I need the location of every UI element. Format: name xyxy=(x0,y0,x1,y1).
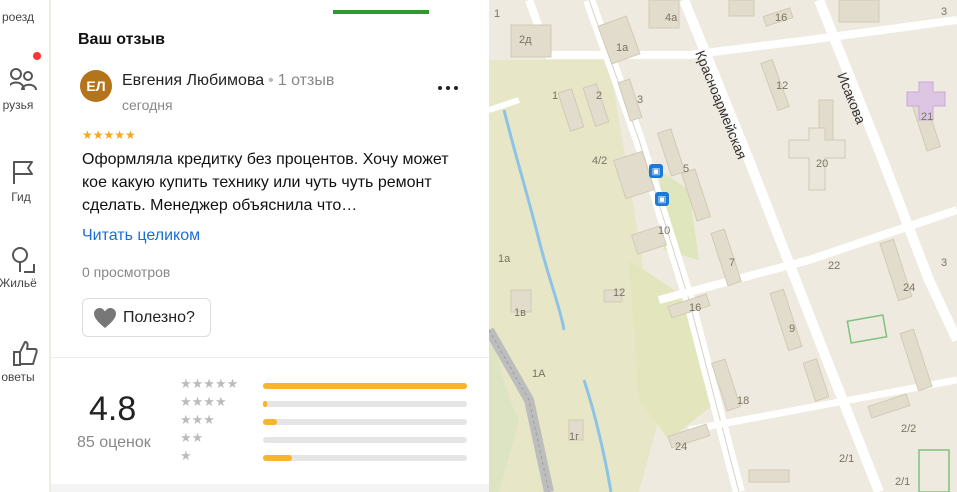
house-number: 2 xyxy=(596,90,603,102)
rating-distribution-row: ★★★★ xyxy=(180,394,480,410)
house-number: 3 xyxy=(637,94,644,106)
rail-item-housing[interactable]: Жильё xyxy=(0,244,49,290)
house-number: 1 xyxy=(494,8,501,20)
house-number: 18 xyxy=(737,395,750,407)
rail-item-friends[interactable]: рузья xyxy=(0,66,49,112)
house-number: 16 xyxy=(689,302,702,314)
house-number: 4/2 xyxy=(592,155,608,167)
distribution-bar-track xyxy=(263,401,467,407)
distribution-stars: ★★★★ xyxy=(180,394,227,409)
friends-icon xyxy=(0,66,49,96)
house-number: 3 xyxy=(941,257,948,269)
house-number: 2/1 xyxy=(895,476,911,488)
bus-stop-icon[interactable]: ▣ xyxy=(655,192,669,206)
rating-distribution-row: ★★ xyxy=(180,430,480,446)
house-number: 24 xyxy=(675,441,688,453)
map-view[interactable]: Красноармейская Исакова ▣ ▣ 2д 1а 4а 16 … xyxy=(489,0,957,492)
views-count: 0 просмотров xyxy=(82,264,171,280)
distribution-bar-fill xyxy=(263,383,467,389)
rating-distribution-row: ★★★ xyxy=(180,412,480,428)
review-date: сегодня xyxy=(122,97,173,113)
house-number: 1г xyxy=(569,431,580,443)
house-number: 2/1 xyxy=(839,453,855,465)
review-text: Оформляла кредитку без процентов. Хочу м… xyxy=(82,151,449,214)
house-number: 9 xyxy=(789,323,796,335)
active-tab-indicator xyxy=(333,10,429,14)
distribution-bar-track xyxy=(263,419,467,425)
housing-icon xyxy=(0,244,49,274)
useful-button[interactable]: Полезно? xyxy=(82,298,211,337)
house-number: 1А xyxy=(532,368,546,380)
house-number: 1в xyxy=(514,307,526,319)
house-number: 12 xyxy=(613,287,626,299)
house-number: 4а xyxy=(665,12,678,24)
house-number: 5 xyxy=(683,163,690,175)
rating-value: 4.8 xyxy=(89,390,137,428)
distribution-bar-fill xyxy=(263,455,292,461)
distribution-bar-fill xyxy=(263,401,267,407)
distribution-bar-track xyxy=(263,437,467,443)
house-number: 2д xyxy=(519,34,532,46)
house-number: 24 xyxy=(903,282,916,294)
rating-distribution-row: ★★★★★ xyxy=(180,376,480,392)
rail-item-label: оветы xyxy=(1,370,35,384)
left-nav-rail: роезд рузья Гид Жильё оветы xyxy=(0,0,50,492)
author-line: Евгения Любимова • 1 отзыв xyxy=(122,72,334,90)
rail-item-label: Жильё xyxy=(0,276,37,290)
house-number: 10 xyxy=(658,225,671,237)
thumbs-up-icon xyxy=(0,338,49,368)
divider xyxy=(51,357,489,358)
review-panel: Ваш отзыв ЕЛ Евгения Любимова • 1 отзыв се… xyxy=(51,0,489,492)
heart-icon xyxy=(94,307,116,328)
review-stars: ★★★★★ xyxy=(82,128,136,142)
section-title: Ваш отзыв xyxy=(78,31,165,48)
house-number: 2/2 xyxy=(901,423,917,435)
notification-dot xyxy=(33,52,41,60)
rail-item-route[interactable]: роезд xyxy=(0,0,49,24)
bus-stop-icon[interactable]: ▣ xyxy=(649,164,663,178)
distribution-bar-track xyxy=(263,455,467,461)
distribution-stars: ★★★★★ xyxy=(180,376,239,391)
more-options-icon[interactable] xyxy=(437,78,459,98)
read-more-link[interactable]: Читать целиком xyxy=(82,227,200,245)
house-number: 1 xyxy=(552,90,559,102)
house-number: 22 xyxy=(828,260,841,272)
distribution-bar-track xyxy=(263,383,467,389)
rail-item-label: роезд xyxy=(2,10,34,24)
author-separator: • xyxy=(268,72,274,89)
distribution-stars: ★ xyxy=(180,448,192,463)
house-number: 7 xyxy=(729,257,736,269)
useful-button-label: Полезно? xyxy=(123,308,195,326)
distribution-stars: ★★ xyxy=(180,430,204,445)
house-number: 20 xyxy=(816,158,829,170)
house-number: 3 xyxy=(941,6,948,18)
rail-item-label: Гид xyxy=(11,190,31,204)
author-review-count: 1 отзыв xyxy=(277,72,335,89)
author-name[interactable]: Евгения Любимова xyxy=(122,72,264,89)
rating-count: 85 оценок xyxy=(77,434,151,451)
house-number: 1а xyxy=(498,253,511,265)
house-number: 16 xyxy=(775,12,788,24)
rating-distribution-row: ★ xyxy=(180,448,480,464)
rail-item-label: рузья xyxy=(2,98,34,112)
map-canvas xyxy=(489,0,957,492)
house-number: 21 xyxy=(921,111,934,123)
rail-item-tips[interactable]: оветы xyxy=(0,338,49,384)
panel-bottom-separator xyxy=(51,484,489,492)
rail-item-guide[interactable]: Гид xyxy=(0,158,49,204)
distribution-bar-fill xyxy=(263,419,277,425)
distribution-stars: ★★★ xyxy=(180,412,215,427)
house-number: 12 xyxy=(776,80,789,92)
house-number: 1а xyxy=(616,42,629,54)
flag-icon xyxy=(0,158,49,188)
avatar[interactable]: ЕЛ xyxy=(80,70,112,102)
